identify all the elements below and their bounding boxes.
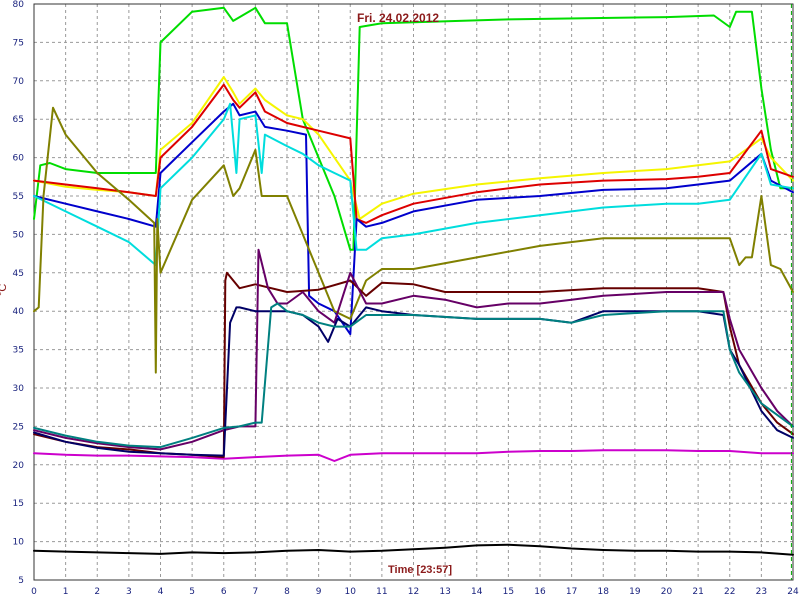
- x-tick-label: 10: [345, 587, 357, 597]
- y-tick-label: 70: [13, 77, 25, 87]
- x-tick-label: 24: [787, 587, 799, 597]
- chart-title: Fri. 24.02.2012: [357, 11, 439, 25]
- y-tick-label: 50: [13, 230, 25, 240]
- y-tick-label: 55: [13, 192, 24, 202]
- x-tick-label: 20: [661, 587, 673, 597]
- y-tick-label: 10: [13, 538, 25, 548]
- temperature-chart: 0 1 2 3 4 5 6 7 8 9 10 11 12 13 14 15 16 17 18 19 20 21 22 23 24…: [0, 0, 800, 600]
- y-tick-label: 5: [18, 576, 24, 586]
- x-tick-label: 5: [189, 587, 195, 597]
- y-tick-label: 75: [13, 38, 24, 48]
- x-tick-label: 22: [724, 587, 735, 597]
- x-tick-label: 19: [629, 587, 641, 597]
- x-tick-label: 12: [408, 587, 419, 597]
- x-tick-label: 18: [598, 587, 610, 597]
- x-tick-label: 6: [221, 587, 227, 597]
- y-tick-label: 30: [13, 384, 25, 394]
- x-tick-label: 8: [284, 587, 290, 597]
- x-tick-label: 13: [439, 587, 450, 597]
- y-tick-label: 40: [13, 307, 25, 317]
- x-tick-label: 15: [503, 587, 514, 597]
- x-tick-label: 21: [692, 587, 703, 597]
- y-tick-label: 25: [13, 422, 24, 432]
- y-tick-label: 20: [13, 461, 25, 471]
- x-tick-label: 1: [63, 587, 69, 597]
- x-tick-label: 11: [376, 587, 387, 597]
- y-tick-label: 35: [13, 346, 24, 356]
- x-tick-label: 14: [471, 587, 483, 597]
- x-tick-label: 7: [253, 587, 259, 597]
- y-tick-label: 80: [13, 0, 25, 10]
- y-tick-label: 60: [13, 154, 25, 164]
- y-tick-label: 45: [13, 269, 24, 279]
- x-tick-label: 16: [534, 587, 546, 597]
- x-tick-label: 4: [158, 587, 164, 597]
- x-tick-label: 2: [94, 587, 100, 597]
- x-tick-label: 3: [126, 587, 132, 597]
- x-tick-label: 0: [31, 587, 37, 597]
- x-tick-label: 9: [316, 587, 322, 597]
- y-axis-label: °C: [0, 284, 9, 296]
- x-axis-label: Time [23:57]: [388, 564, 452, 576]
- x-tick-label: 23: [756, 587, 767, 597]
- y-tick-label: 65: [13, 115, 24, 125]
- y-tick-label: 15: [13, 499, 24, 509]
- x-tick-label: 17: [566, 587, 577, 597]
